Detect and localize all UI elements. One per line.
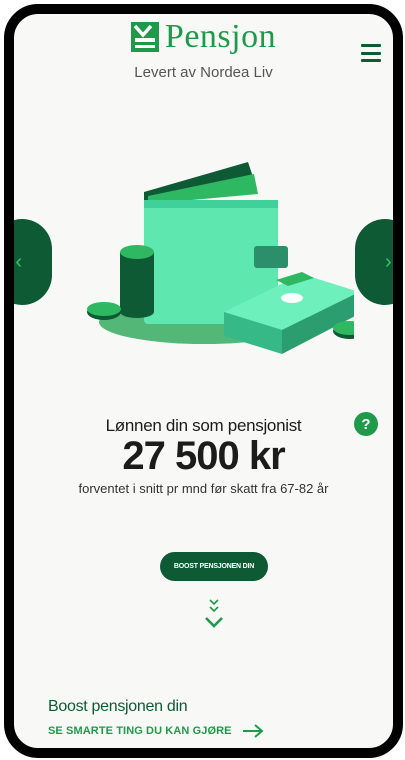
boost-link-label: SE SMARTE TING DU KAN GJØRE (48, 725, 232, 737)
salary-label: Lønnen din som pensjonist (105, 416, 302, 435)
chevron-left-icon: ‹ (15, 250, 22, 273)
chevron-down-icon[interactable] (204, 594, 224, 634)
boost-heading: Boost pensjonen din (48, 698, 188, 715)
carousel-prev-button[interactable]: ‹ (14, 219, 52, 305)
screen: Pensjon Levert av Nordea Liv ‹ › Lønnen … (14, 14, 393, 748)
logo[interactable]: Pensjon (14, 18, 393, 56)
question-icon[interactable]: ? (354, 412, 378, 436)
provider-subtitle: Levert av Nordea Liv (134, 64, 273, 81)
phone-frame: Pensjon Levert av Nordea Liv ‹ › Lønnen … (4, 4, 403, 758)
wallet-illustration (87, 162, 354, 354)
boost-pension-button[interactable]: BOOST PENSJONEN DIN (160, 552, 268, 581)
arrow-right-icon (242, 724, 264, 738)
carousel-next-button[interactable]: › (355, 219, 393, 305)
boost-tips-link[interactable]: SE SMARTE TING DU KAN GJØRE (48, 724, 264, 738)
hamburger-icon[interactable] (361, 44, 381, 62)
chevron-right-icon: › (385, 250, 392, 273)
salary-amount: 27 500 kr (122, 434, 285, 478)
salary-description: forventet i snitt pr mnd før skatt fra 6… (78, 481, 329, 496)
logo-mark-icon (130, 22, 159, 52)
help-glyph: ? (361, 415, 371, 433)
logo-text: Pensjon (164, 18, 277, 55)
